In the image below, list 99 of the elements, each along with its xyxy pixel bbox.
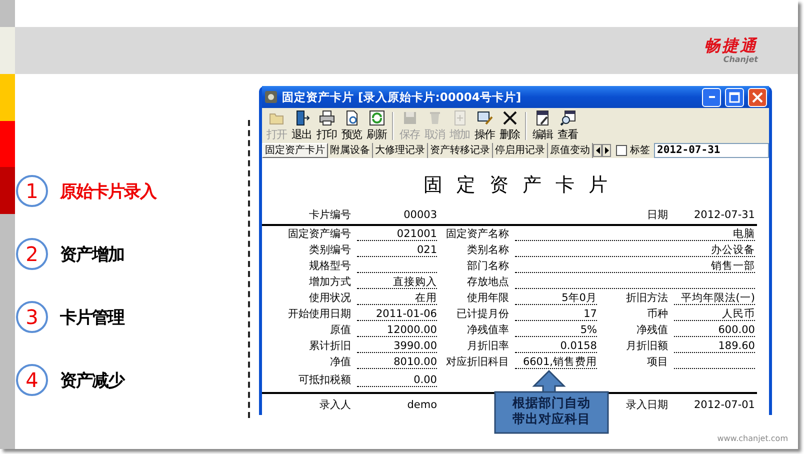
field-value: 0.00 [357,374,437,386]
step-label: 资产增加 [60,244,124,266]
pen-icon [476,110,492,126]
field-label: 开始使用日期 [287,307,352,321]
checkbox-label: 标签 [630,144,650,158]
field-value: 电脑 [515,228,755,240]
field-label: 类别编号 [308,243,352,257]
refresh-icon [368,110,384,126]
field-value: demo [406,399,437,411]
field-value: 6601,销售费用 [515,356,597,368]
field-label: 净残值 [636,323,669,337]
field-value: 2012-07-01 [692,399,755,411]
page-icon [344,110,360,126]
maximize-button[interactable] [725,88,744,106]
step-label: 原始卡片录入 [60,180,156,202]
field-value: 2012-07-31 [692,209,755,221]
field-value: 直接购入 [357,276,437,288]
toolbar-button[interactable]: 预览 [339,110,364,142]
field-label: 已计提月份 [456,307,510,321]
field-value: 销售一部 [515,260,755,272]
toolbar-button[interactable]: 编辑 [530,110,555,142]
right-arrow-icon [604,147,608,154]
page-plus-icon [452,110,468,126]
date-field[interactable]: 2012-07-31 [654,143,769,158]
field-value: 00003 [402,209,437,221]
toolbar-button[interactable]: 查看 [555,110,580,142]
field-value: 8010.00 [357,356,437,368]
field-value: 2011-01-06 [357,308,437,320]
field-value: 600.00 [674,324,755,336]
close-icon [752,92,763,102]
scroll-right-button[interactable] [602,144,611,157]
field-label: 日期 [646,208,669,222]
field-label: 固定资产名称 [445,227,510,241]
edit-icon [534,110,550,126]
field-label: 部门名称 [466,259,510,273]
step-label: 资产减少 [60,370,124,392]
app-icon [264,90,278,104]
toolbar-button[interactable]: 刷新 [364,110,389,142]
field-value: 12000.00 [357,324,437,336]
field-value: 17 [515,308,597,320]
left-arrow-icon [596,147,600,154]
field-label: 净值 [329,355,352,369]
field-value: 在用 [357,292,437,304]
search-icon [560,110,576,126]
field-label: 类别名称 [466,243,510,257]
field-value: 021 [357,244,437,256]
field-label: 净残值率 [466,323,510,337]
field-label: 可抵扣税额 [298,373,352,387]
toolbar-button[interactable]: 打印 [314,110,339,142]
field-value: 人民币 [674,308,755,320]
cross-icon [502,110,518,126]
field-label: 月折旧率 [466,339,510,353]
field-label: 累计折旧 [308,339,352,353]
field-value: 平均年限法(一) [674,292,755,304]
minimize-icon [708,96,714,98]
step-number: 3 [16,301,48,333]
scroll-left-button[interactable] [593,144,602,157]
logo-subtitle: Chanjet [723,55,758,64]
step-label: 卡片管理 [60,306,124,328]
field-label: 存放地点 [466,275,510,289]
field-label: 项目 [646,355,669,369]
field-value: 5% [515,324,597,336]
step-number: 1 [16,175,48,207]
toolbar-button[interactable]: 操作 [472,110,497,142]
field-value: 办公设备 [515,244,755,256]
field-label: 原值 [329,323,352,337]
maximize-icon [729,92,740,102]
field-value: 021001 [357,228,437,240]
field-value: 0.0158 [515,340,597,352]
close-button[interactable] [748,88,767,106]
field-value: 3990.00 [357,340,437,352]
website-url: www.chanjet.com [717,434,788,443]
field-label: 规格型号 [308,259,352,273]
tag-checkbox[interactable] [616,145,627,156]
toolbar-button[interactable]: 退出 [289,110,314,142]
window-title: 固定资产卡片 [录入原始卡片:00004号卡片] [282,90,522,104]
field-label: 使用年限 [466,291,510,305]
tab[interactable]: 固定资产卡片 [262,143,328,158]
field-label: 录入日期 [625,398,669,412]
logo-name: 畅捷通 [704,37,758,55]
field-label: 卡片编号 [308,208,352,222]
field-value: 5年0月 [515,292,597,304]
field-label: 使用状况 [308,291,352,305]
field-label: 折旧方法 [625,291,669,305]
field-label: 币种 [646,307,669,321]
field-label: 固定资产编号 [287,227,352,241]
field-value: 189.60 [674,340,755,352]
field-label: 录入人 [318,398,352,412]
toolbar-button[interactable]: 删除 [497,110,522,142]
step-number: 2 [16,238,48,270]
step-number: 4 [16,364,48,396]
field-label: 对应折旧科目 [445,355,510,369]
card-title: 固定资产卡片 [424,174,622,196]
minimize-button[interactable] [702,88,721,106]
field-label: 增加方式 [308,275,352,289]
callout-text: 根据部门自动带出对应科目 [511,395,592,427]
door-icon [294,110,310,126]
printer-icon [318,110,334,126]
field-label: 月折旧额 [625,339,669,353]
